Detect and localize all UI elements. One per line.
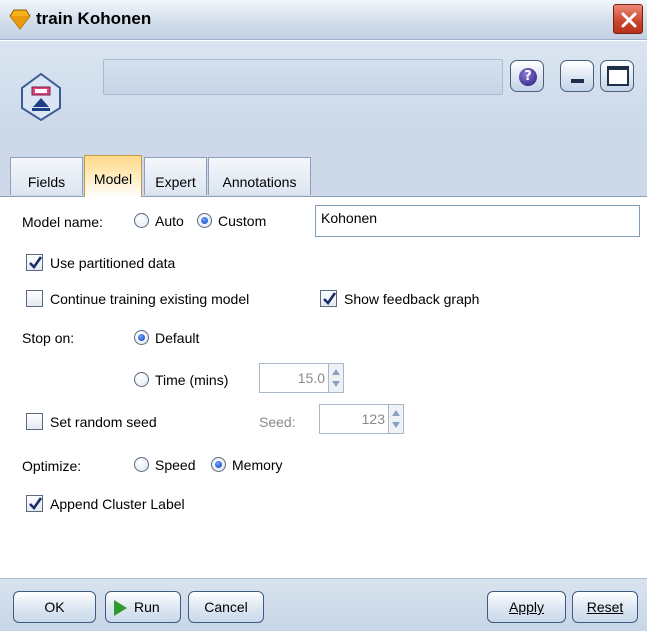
model-name-label: Model name: [22,214,103,230]
seed-value: 123 [361,411,385,427]
apply-button[interactable]: Apply [487,591,566,623]
tab-expert[interactable]: Expert [144,157,207,195]
ok-button[interactable]: OK [13,591,96,623]
model-tab-panel: Model name: Auto Custom Kohonen Use part… [0,196,647,578]
tab-strip: Fields Model Expert Annotations [0,146,647,197]
stop-on-label: Stop on: [22,330,75,346]
continue-training-label: Continue training existing model [50,291,250,307]
show-feedback-graph-checkbox[interactable] [320,290,337,307]
button-bar: OK Run Cancel Apply Reset [0,578,647,631]
model-name-auto-radio[interactable] [134,213,149,228]
optimize-memory-label: Memory [232,457,283,473]
maximize-icon [607,66,629,86]
kohonen-node-icon [21,72,61,122]
node-header: ? [0,41,647,146]
append-cluster-label-label: Append Cluster Label [50,496,185,512]
set-random-seed-checkbox[interactable] [26,413,43,430]
reset-button[interactable]: Reset [572,591,638,623]
checkmark-icon [29,497,43,511]
node-name-field[interactable] [103,59,503,95]
close-icon [621,12,637,28]
time-mins-value: 15.0 [297,370,325,386]
node-diamond-icon [9,9,31,30]
stop-on-default-radio[interactable] [134,330,149,345]
tab-annotations[interactable]: Annotations [208,157,311,195]
stop-on-time-label: Time (mins) [155,372,229,388]
append-cluster-label-checkbox[interactable] [26,495,43,512]
continue-training-checkbox[interactable] [26,290,43,307]
optimize-speed-label: Speed [155,457,196,473]
window-title: train Kohonen [36,9,152,28]
title-bar[interactable]: train Kohonen [0,0,647,40]
tab-fields[interactable]: Fields [10,157,83,195]
use-partitioned-data-checkbox[interactable] [26,254,43,271]
help-icon: ? [519,68,537,86]
stop-on-default-label: Default [155,330,200,346]
optimize-speed-radio[interactable] [134,457,149,472]
maximize-button[interactable] [600,60,634,92]
close-button[interactable] [613,4,643,34]
checkmark-icon [323,292,337,306]
show-feedback-graph-label: Show feedback graph [344,291,480,307]
checkmark-icon [29,256,43,270]
dialog-window: train Kohonen ? Fields Model Expert Anno… [0,0,647,631]
help-button[interactable]: ? [510,60,544,92]
seed-spinner[interactable]: 123 [319,404,404,434]
minimize-icon [571,79,584,83]
model-name-custom-radio[interactable] [197,213,212,228]
spinner-arrows-icon[interactable] [388,405,403,433]
use-partitioned-data-label: Use partitioned data [50,255,176,271]
cancel-button[interactable]: Cancel [188,591,264,623]
run-button-label: Run [134,599,160,615]
minimize-button[interactable] [560,60,594,92]
run-play-icon [114,600,127,616]
tab-model[interactable]: Model [84,155,142,197]
run-button[interactable]: Run [105,591,181,623]
optimize-memory-radio[interactable] [211,457,226,472]
time-mins-spinner[interactable]: 15.0 [259,363,344,393]
model-name-auto-label: Auto [155,213,184,229]
model-name-input[interactable]: Kohonen [315,205,640,237]
set-random-seed-label: Set random seed [50,414,157,430]
optimize-label: Optimize: [22,458,82,474]
model-name-custom-label: Custom [218,213,267,229]
spinner-arrows-icon[interactable] [328,364,343,392]
stop-on-time-radio[interactable] [134,372,149,387]
seed-label: Seed: [259,414,296,430]
